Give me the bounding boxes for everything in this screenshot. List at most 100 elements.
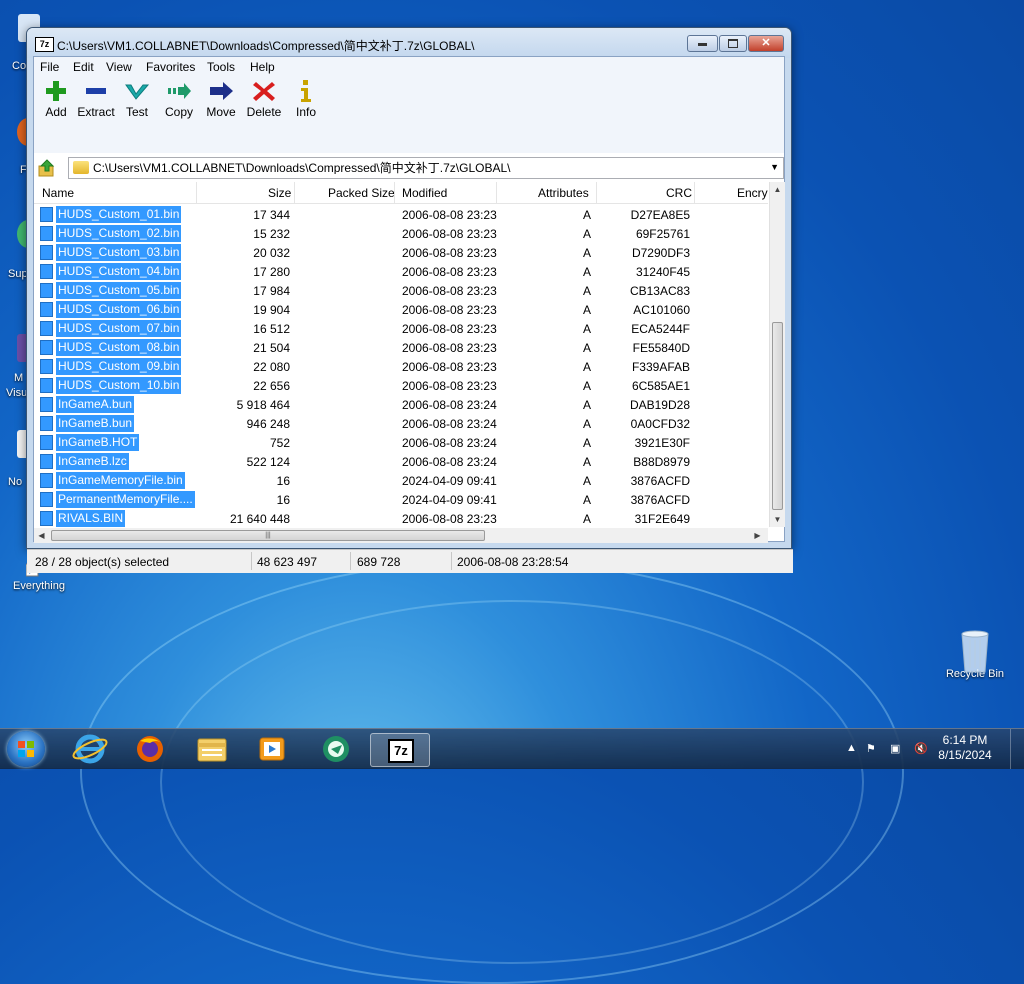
table-row[interactable]: InGameA.bun 5 918 464 2006-08-08 23:24 A…	[34, 395, 768, 414]
minimize-button[interactable]	[687, 35, 718, 52]
volume-muted-icon[interactable]: 🔇	[914, 742, 928, 755]
horizontal-scrollbar[interactable]: ◀ ||| ▶	[34, 528, 768, 543]
column-header-packed-size[interactable]: Packed Size	[328, 186, 395, 200]
file-name: HUDS_Custom_05.bin	[56, 282, 182, 299]
table-row[interactable]: PermanentMemoryFile.... 16 2024-04-09 09…	[34, 490, 768, 509]
file-attributes: A	[583, 208, 592, 222]
file-crc: 3876ACFD	[630, 493, 690, 507]
column-separator[interactable]	[694, 182, 695, 203]
taskbar-app[interactable]	[314, 733, 358, 765]
file-crc: B88D8979	[633, 455, 690, 469]
x-icon	[251, 79, 277, 103]
extract-button[interactable]: Extract	[74, 79, 118, 119]
network-icon[interactable]: ▣	[890, 742, 900, 755]
address-input[interactable]	[93, 160, 773, 174]
table-row[interactable]: InGameB.bun 946 248 2006-08-08 23:24 A 0…	[34, 414, 768, 433]
file-modified: 2006-08-08 23:23	[402, 265, 497, 279]
horizontal-scroll-thumb[interactable]: |||	[51, 530, 485, 541]
add-button[interactable]: Add	[34, 79, 78, 119]
table-row[interactable]: HUDS_Custom_01.bin 17 344 2006-08-08 23:…	[34, 205, 768, 224]
column-header-size[interactable]: Size	[268, 186, 291, 200]
flag-icon[interactable]: ⚑	[866, 742, 876, 755]
close-button[interactable]: ✕	[748, 35, 784, 52]
table-row[interactable]: HUDS_Custom_04.bin 17 280 2006-08-08 23:…	[34, 262, 768, 281]
desktop-icon-recycle-bin[interactable]: Recycle Bin	[940, 630, 1010, 680]
menu-edit[interactable]: Edit	[73, 60, 94, 74]
info-icon	[293, 79, 319, 103]
menu-help[interactable]: Help	[250, 60, 275, 74]
scroll-up-icon[interactable]: ▲	[770, 182, 785, 197]
minus-icon	[83, 79, 109, 103]
info-button[interactable]: Info	[284, 79, 328, 119]
taskbar-media-player[interactable]	[250, 733, 294, 765]
table-row[interactable]: HUDS_Custom_03.bin 20 032 2006-08-08 23:…	[34, 243, 768, 262]
list-header: Name Size Packed Size Modified Attribute…	[34, 182, 768, 204]
table-row[interactable]: InGameB.HOT 752 2006-08-08 23:24 A 3921E…	[34, 433, 768, 452]
column-header-name[interactable]: Name	[42, 186, 74, 200]
menu-file[interactable]: File	[40, 60, 59, 74]
column-separator[interactable]	[196, 182, 197, 203]
taskbar-file-explorer[interactable]	[190, 733, 234, 765]
file-name: InGameMemoryFile.bin	[56, 472, 185, 489]
test-button[interactable]: Test	[115, 79, 159, 119]
start-button[interactable]	[7, 731, 45, 767]
column-separator[interactable]	[596, 182, 597, 203]
copy-button[interactable]: Copy	[157, 79, 201, 119]
scroll-right-icon[interactable]: ▶	[750, 528, 765, 543]
column-header-encrypted[interactable]: Encry	[737, 186, 768, 200]
menu-tools[interactable]: Tools	[207, 60, 235, 74]
table-row[interactable]: HUDS_Custom_02.bin 15 232 2006-08-08 23:…	[34, 224, 768, 243]
maximize-button[interactable]	[719, 35, 747, 52]
table-row[interactable]: HUDS_Custom_06.bin 19 904 2006-08-08 23:…	[34, 300, 768, 319]
show-desktop-button[interactable]	[1010, 729, 1024, 769]
table-row[interactable]: HUDS_Custom_08.bin 21 504 2006-08-08 23:…	[34, 338, 768, 357]
table-row[interactable]: RIVALS.BIN 21 640 448 2006-08-08 23:23 A…	[34, 509, 768, 527]
up-folder-button[interactable]	[38, 159, 56, 177]
show-hidden-icons-icon[interactable]: ▲	[846, 742, 857, 754]
file-icon	[40, 378, 53, 393]
file-crc: AC101060	[633, 303, 690, 317]
file-crc: F339AFAB	[631, 360, 690, 374]
status-separator	[251, 552, 252, 570]
menu-view[interactable]: View	[106, 60, 132, 74]
address-combobox[interactable]: ▼	[68, 157, 784, 179]
table-row[interactable]: InGameMemoryFile.bin 16 2024-04-09 09:41…	[34, 471, 768, 490]
column-separator[interactable]	[294, 182, 295, 203]
vertical-scroll-thumb[interactable]	[772, 322, 783, 510]
file-size: 17 984	[253, 284, 290, 298]
chevron-down-icon[interactable]: ▼	[770, 162, 779, 172]
table-row[interactable]: HUDS_Custom_09.bin 22 080 2006-08-08 23:…	[34, 357, 768, 376]
move-button[interactable]: Move	[199, 79, 243, 119]
column-separator[interactable]	[496, 182, 497, 203]
file-modified: 2006-08-08 23:23	[402, 512, 497, 526]
menu-favorites[interactable]: Favorites	[146, 60, 195, 74]
file-icon	[40, 264, 53, 279]
scroll-left-icon[interactable]: ◀	[34, 528, 49, 543]
system-clock[interactable]: 6:14 PM 8/15/2024	[937, 733, 993, 763]
file-name: HUDS_Custom_08.bin	[56, 339, 182, 356]
table-row[interactable]: HUDS_Custom_07.bin 16 512 2006-08-08 23:…	[34, 319, 768, 338]
status-separator	[451, 552, 452, 570]
delete-button[interactable]: Delete	[242, 79, 286, 119]
table-row[interactable]: HUDS_Custom_05.bin 17 984 2006-08-08 23:…	[34, 281, 768, 300]
column-header-attributes[interactable]: Attributes	[538, 186, 589, 200]
column-header-crc[interactable]: CRC	[666, 186, 692, 200]
table-row[interactable]: HUDS_Custom_10.bin 22 656 2006-08-08 23:…	[34, 376, 768, 395]
taskbar-firefox[interactable]	[128, 733, 172, 765]
scroll-down-icon[interactable]: ▼	[770, 512, 785, 527]
column-separator[interactable]	[394, 182, 395, 203]
file-size: 752	[269, 436, 290, 450]
taskbar-7zip[interactable]: 7z	[370, 733, 430, 767]
file-icon	[40, 416, 53, 431]
table-row[interactable]: InGameB.lzc 522 124 2006-08-08 23:24 A B…	[34, 452, 768, 471]
file-icon	[40, 454, 53, 469]
file-size: 20 032	[253, 246, 290, 260]
clock-date: 8/15/2024	[938, 748, 992, 762]
title-bar[interactable]: 7z C:\Users\VM1.COLLABNET\Downloads\Comp…	[27, 28, 791, 58]
file-size: 5 918 464	[236, 398, 290, 412]
file-list: HUDS_Custom_01.bin 17 344 2006-08-08 23:…	[34, 204, 768, 527]
vertical-scrollbar[interactable]: ▲ ▼	[769, 182, 785, 527]
file-attributes: A	[583, 322, 592, 336]
taskbar-internet-explorer[interactable]	[68, 733, 112, 765]
column-header-modified[interactable]: Modified	[402, 186, 447, 200]
